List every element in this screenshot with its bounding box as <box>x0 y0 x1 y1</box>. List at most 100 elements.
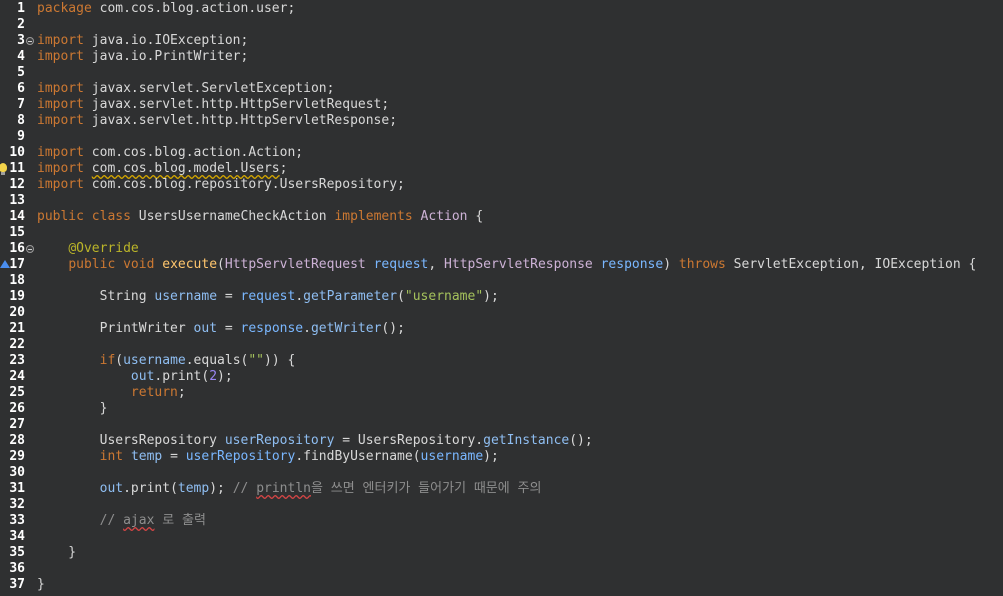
code-text[interactable]: import javax.servlet.ServletException; <box>37 81 334 97</box>
code-line[interactable]: 21 PrintWriter out = response.getWriter(… <box>0 321 1003 337</box>
code-text[interactable]: } <box>37 577 45 593</box>
code-line[interactable]: 28 UsersRepository userRepository = User… <box>0 433 1003 449</box>
code-line[interactable]: 14 public class UsersUsernameCheckAction … <box>0 209 1003 225</box>
line-number: 28 <box>9 433 25 448</box>
code-token: 을 쓰면 엔터키가 들어가기 때문에 주의 <box>310 481 542 496</box>
code-token: "username" <box>404 289 484 304</box>
code-line[interactable]: 37} <box>0 577 1003 593</box>
code-token: getInstance <box>483 433 570 448</box>
code-text[interactable]: import com.cos.blog.repository.UsersRepo… <box>37 177 405 193</box>
code-token: (); <box>381 321 405 336</box>
line-number: 31 <box>9 481 25 496</box>
line-number: 25 <box>9 385 25 400</box>
code-line[interactable]: 4 import java.io.PrintWriter; <box>0 49 1003 65</box>
code-text[interactable]: out.print(temp); // println을 쓰면 엔터키가 들어가… <box>37 481 542 497</box>
code-text[interactable]: public void execute(HttpServletRequest r… <box>37 257 976 273</box>
code-token: import <box>37 177 84 192</box>
code-line[interactable]: 23 if(username.equals("")) { <box>0 353 1003 369</box>
code-text[interactable]: package com.cos.blog.action.user; <box>37 1 295 17</box>
code-line[interactable]: 7 import javax.servlet.http.HttpServletRe… <box>0 97 1003 113</box>
code-token: { <box>467 209 484 224</box>
code-line[interactable]: 11 import com.cos.blog.model.Users; <box>0 161 1003 177</box>
code-text[interactable]: // ajax 로 출력 <box>37 513 206 529</box>
code-text[interactable]: UsersRepository userRepository = UsersRe… <box>37 433 593 449</box>
code-text[interactable]: out.print(2); <box>37 369 233 385</box>
code-line[interactable]: 24 out.print(2); <box>0 369 1003 385</box>
code-text[interactable]: public class UsersUsernameCheckAction im… <box>37 209 483 225</box>
code-line[interactable]: 27 <box>0 417 1003 433</box>
code-line[interactable]: 17 public void execute(HttpServletReques… <box>0 257 1003 273</box>
code-token: . <box>303 321 311 336</box>
code-line[interactable]: 12 import com.cos.blog.repository.UsersRe… <box>0 177 1003 193</box>
code-token: package <box>37 1 92 16</box>
code-line[interactable]: 19 String username = request.getParamete… <box>0 289 1003 305</box>
code-text[interactable]: @Override <box>37 241 138 257</box>
code-token: import <box>37 145 84 160</box>
code-line[interactable]: 18 <box>0 273 1003 289</box>
code-text[interactable]: } <box>37 545 76 561</box>
code-token: ajax <box>123 513 155 528</box>
code-line[interactable]: 1 package com.cos.blog.action.user; <box>0 1 1003 17</box>
code-text[interactable]: import java.io.IOException; <box>37 33 248 49</box>
code-text[interactable]: import com.cos.blog.model.Users; <box>37 161 287 177</box>
code-line[interactable]: 29 int temp = userRepository.findByUsern… <box>0 449 1003 465</box>
code-line[interactable]: 6 import javax.servlet.ServletException; <box>0 81 1003 97</box>
fold-collapse-icon[interactable] <box>26 245 34 253</box>
line-number: 26 <box>9 401 25 416</box>
code-token: return <box>130 385 178 400</box>
code-token: "" <box>248 353 265 368</box>
code-token: )) { <box>264 353 296 368</box>
code-line[interactable]: 20 <box>0 305 1003 321</box>
fold-collapse-icon[interactable] <box>26 37 34 45</box>
code-text[interactable]: return; <box>37 385 186 401</box>
code-line[interactable]: 8 import javax.servlet.http.HttpServletRe… <box>0 113 1003 129</box>
code-line[interactable]: 2 <box>0 17 1003 33</box>
code-token: } <box>37 577 45 592</box>
code-text[interactable]: import java.io.PrintWriter; <box>37 49 248 65</box>
code-line[interactable]: 5 <box>0 65 1003 81</box>
code-line[interactable]: 16 @Override <box>0 241 1003 257</box>
code-text[interactable]: } <box>37 401 108 417</box>
code-line[interactable]: 35 } <box>0 545 1003 561</box>
warning-lightbulb-icon[interactable] <box>0 163 7 175</box>
code-token: // <box>232 481 257 496</box>
code-token: ServletException, IOException { <box>725 257 977 272</box>
override-marker-icon[interactable] <box>0 260 10 268</box>
code-token: = UsersRepository. <box>334 433 484 448</box>
code-line[interactable]: 31 out.print(temp); // println을 쓰면 엔터키가 … <box>0 481 1003 497</box>
line-number: 27 <box>9 417 25 432</box>
code-line[interactable]: 30 <box>0 465 1003 481</box>
code-token: out <box>193 321 218 336</box>
code-line[interactable]: 33 // ajax 로 출력 <box>0 513 1003 529</box>
code-text[interactable]: if(username.equals("")) { <box>37 353 296 369</box>
code-text[interactable]: import javax.servlet.http.HttpServletRes… <box>37 113 397 129</box>
code-text[interactable]: String username = request.getParameter("… <box>37 289 499 305</box>
code-text[interactable]: import javax.servlet.http.HttpServletReq… <box>37 97 389 113</box>
code-line[interactable]: 9 <box>0 129 1003 145</box>
code-line[interactable]: 26 } <box>0 401 1003 417</box>
code-line[interactable]: 34 <box>0 529 1003 545</box>
code-line[interactable]: 32 <box>0 497 1003 513</box>
code-token: UsersRepository <box>37 433 225 448</box>
code-token: import <box>37 33 84 48</box>
code-line[interactable]: 36 <box>0 561 1003 577</box>
code-text[interactable]: import com.cos.blog.action.Action; <box>37 145 303 161</box>
code-token: temp <box>177 481 210 496</box>
code-token: javax.servlet.ServletException; <box>83 81 335 96</box>
code-token: ( <box>115 353 124 368</box>
code-line[interactable]: 13 <box>0 193 1003 209</box>
code-editor[interactable]: 1 package com.cos.blog.action.user; 2 3 impo… <box>0 0 1003 596</box>
code-line[interactable]: 25 return; <box>0 385 1003 401</box>
code-line[interactable]: 10 import com.cos.blog.action.Action; <box>0 145 1003 161</box>
code-text[interactable]: PrintWriter out = response.getWriter(); <box>37 321 405 337</box>
code-line[interactable]: 22 <box>0 337 1003 353</box>
code-line[interactable]: 3 import java.io.IOException; <box>0 33 1003 49</box>
code-text[interactable]: int temp = userRepository.findByUsername… <box>37 449 499 465</box>
code-line[interactable]: 15 <box>0 225 1003 241</box>
line-number: 16 <box>9 241 25 256</box>
code-token: 2 <box>209 369 218 384</box>
